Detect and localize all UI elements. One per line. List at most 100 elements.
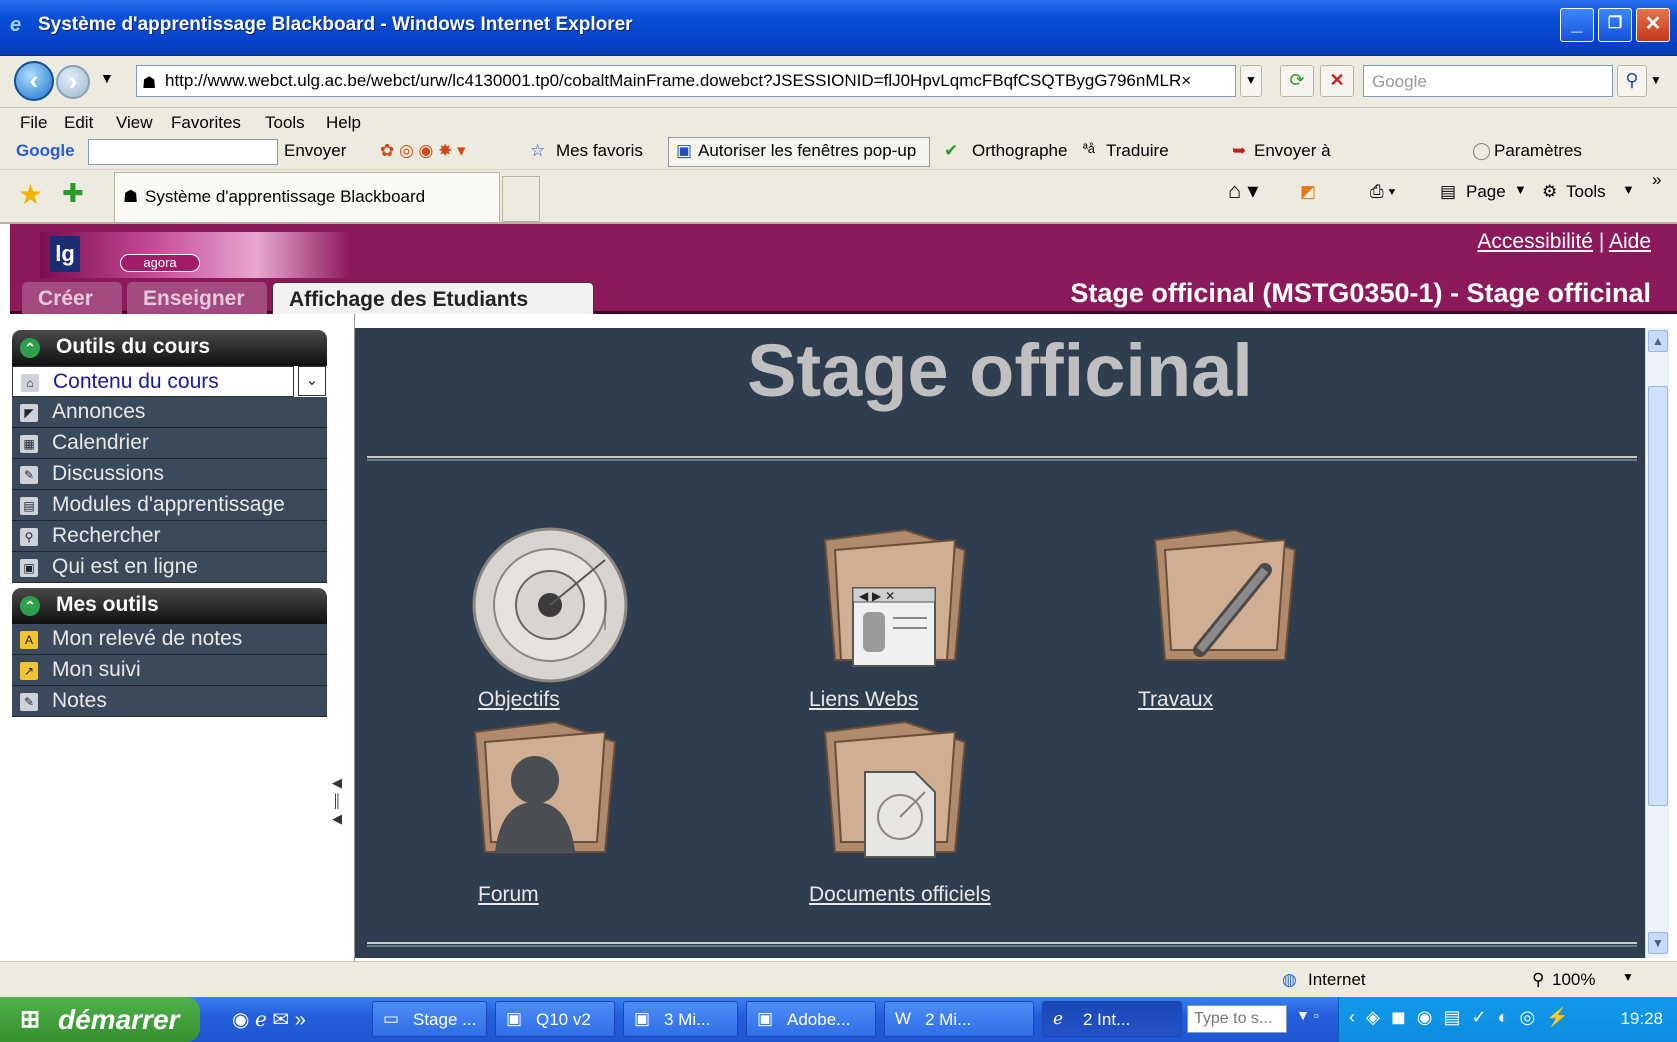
tab-affichage-etudiants[interactable]: Affichage des Etudiants xyxy=(272,282,594,314)
menu-tools[interactable]: Tools xyxy=(265,113,305,133)
favorites-center-icon[interactable]: ★ xyxy=(18,178,43,211)
content-scrollbar[interactable]: ▲ ▼ xyxy=(1645,328,1669,958)
notes-icon: ✎ xyxy=(20,693,38,711)
add-favorite-icon[interactable]: ✚ xyxy=(62,178,84,209)
home-icon[interactable]: ⌂ ▾ xyxy=(1228,178,1258,204)
menu-favorites[interactable]: Favorites xyxy=(171,113,241,133)
favorites-button[interactable]: Mes favoris xyxy=(556,141,643,161)
url-field[interactable]: http://www.webct.ulg.ac.be/webct/urw/lc4… xyxy=(136,65,1236,97)
taskbar-q10[interactable]: ▣ Q10 v2 xyxy=(495,1001,615,1037)
new-tab-button[interactable] xyxy=(502,176,540,222)
maximize-button[interactable]: ❐ xyxy=(1598,8,1632,42)
link-travaux[interactable]: Travaux xyxy=(1138,688,1213,712)
forum-folder-icon[interactable] xyxy=(465,702,635,872)
translate-button[interactable]: Traduire xyxy=(1106,141,1169,161)
start-button[interactable]: ⊞ démarrer xyxy=(0,997,200,1042)
menu-file[interactable]: File xyxy=(20,113,47,133)
section-outils-du-cours[interactable]: ⌃ Outils du cours xyxy=(12,330,327,366)
toolbar-icons[interactable]: ✿ ◎ ◉ ✸ ▾ xyxy=(380,141,466,161)
sidebar-item-discussions[interactable]: ✎ Discussions xyxy=(12,459,327,490)
page-dropdown-icon[interactable]: ▼ xyxy=(1514,182,1527,197)
taskbar-pdf[interactable]: ▣ 3 Mi... xyxy=(623,1001,738,1037)
sidebar-item-label: Qui est en ligne xyxy=(52,555,198,578)
search-options-icon[interactable]: ▼ xyxy=(1650,73,1662,87)
target-icon[interactable] xyxy=(465,520,635,690)
grade-icon: A xyxy=(20,631,38,649)
sidebar-item-label: Contenu du cours xyxy=(53,370,219,393)
tab-creer[interactable]: Créer xyxy=(22,282,122,314)
tools-dropdown-icon[interactable]: ▼ xyxy=(1622,182,1635,197)
refresh-button[interactable]: ⟳ xyxy=(1280,65,1314,97)
taskbar-word[interactable]: W 2 Mi... xyxy=(884,1001,1034,1037)
scroll-up-icon[interactable]: ▲ xyxy=(1648,330,1668,352)
scroll-thumb[interactable] xyxy=(1648,386,1668,806)
pencil-folder-icon[interactable] xyxy=(1145,510,1315,680)
sidebar-item-calendrier[interactable]: ▦ Calendrier xyxy=(12,428,327,459)
security-zone: Internet xyxy=(1308,970,1366,989)
section-mes-outils[interactable]: ⌃ Mes outils xyxy=(12,588,327,624)
page-menu[interactable]: Page xyxy=(1466,182,1506,202)
send-to-button[interactable]: Envoyer à xyxy=(1254,141,1331,161)
tab-enseigner[interactable]: Enseigner xyxy=(127,282,267,314)
google-search-input[interactable] xyxy=(88,139,278,165)
scroll-down-icon[interactable]: ▼ xyxy=(1648,932,1668,954)
stop-button[interactable]: ✕ xyxy=(1320,65,1354,97)
google-toolbar: Google Envoyer ✿ ◎ ◉ ✸ ▾ ☆ Mes favoris ▣… xyxy=(0,134,1677,170)
google-send-button[interactable]: Envoyer xyxy=(284,141,346,161)
zoom-level[interactable]: 100% xyxy=(1552,970,1595,990)
print-icon[interactable]: ⎙ ▾ xyxy=(1370,182,1395,202)
forward-button[interactable]: › xyxy=(56,65,90,99)
calendar-icon: ▦ xyxy=(20,435,38,453)
taskbar-ie[interactable]: ℯ 2 Int... xyxy=(1042,1001,1182,1037)
popup-button[interactable]: Autoriser les fenêtres pop-up xyxy=(698,141,916,161)
sidebar-item-annonces[interactable]: ◤ Annonces xyxy=(12,397,327,428)
collapse-icon[interactable]: ⌃ xyxy=(20,338,40,358)
menu-view[interactable]: View xyxy=(116,113,153,133)
start-label: démarrer xyxy=(58,1004,180,1035)
help-link[interactable]: Aide xyxy=(1609,230,1651,253)
search-dropdown-icon[interactable]: ▼ ▫ xyxy=(1296,1007,1319,1023)
minimize-button[interactable]: _ xyxy=(1560,8,1594,42)
back-button[interactable]: ‹ xyxy=(14,61,54,101)
zoom-dropdown-icon[interactable]: ▼ xyxy=(1622,970,1634,984)
tray-icons[interactable]: ‹ ◈ ◼ ◉ ▤ ✓ ◐ ◎ ⚡ xyxy=(1349,1007,1572,1028)
browser-tab[interactable]: ☗ Système d'apprentissage Blackboard xyxy=(114,172,500,222)
quicklaunch-icons[interactable]: ◉ ℯ ✉ » xyxy=(232,1007,306,1032)
link-forum[interactable]: Forum xyxy=(478,883,539,907)
document-folder-icon[interactable] xyxy=(815,702,985,872)
sidebar-item-notes[interactable]: ✎ Notes xyxy=(12,686,327,717)
close-button[interactable]: ✕ xyxy=(1636,8,1670,42)
sidebar-item-label: Mon relevé de notes xyxy=(52,627,243,650)
search-icon[interactable]: ⚲ xyxy=(1617,65,1647,97)
menu-help[interactable]: Help xyxy=(326,113,361,133)
sidebar-splitter-handle[interactable]: ◀ ║ ◀ xyxy=(332,774,346,834)
menu-edit[interactable]: Edit xyxy=(64,113,93,133)
search-input[interactable]: Google xyxy=(1363,65,1613,97)
send-to-icon: ➥ xyxy=(1232,141,1247,160)
url-dropdown-button[interactable]: ▼ xyxy=(1240,65,1262,97)
accessibility-link[interactable]: Accessibilité xyxy=(1477,230,1593,253)
desktop-search-input[interactable]: Type to s... xyxy=(1187,1005,1287,1033)
address-bar: ‹ › ▼ http://www.webct.ulg.ac.be/webct/u… xyxy=(0,56,1677,108)
tools-menu[interactable]: Tools xyxy=(1566,182,1606,202)
spellcheck-icon: ✔ xyxy=(944,141,959,160)
sidebar-item-mon-suivi[interactable]: ↗ Mon suivi xyxy=(12,655,327,686)
web-folder-icon[interactable]: ◀ ▶ ✕ xyxy=(815,510,985,680)
taskbar-adobe[interactable]: ▣ Adobe... xyxy=(746,1001,876,1037)
chevron-more-icon[interactable]: » xyxy=(1652,170,1661,190)
taskbar-stage[interactable]: ▭ Stage ... xyxy=(372,1001,487,1037)
chevron-down-icon[interactable]: ⌄ xyxy=(298,366,326,396)
sidebar-item-qui-est-en-ligne[interactable]: ▣ Qui est en ligne xyxy=(12,552,327,583)
spellcheck-button[interactable]: Orthographe xyxy=(972,141,1067,161)
history-dropdown-icon[interactable]: ▼ xyxy=(100,70,114,86)
link-documents-officiels[interactable]: Documents officiels xyxy=(809,883,991,907)
sidebar-item-modules[interactable]: ▤ Modules d'apprentissage xyxy=(12,490,327,521)
sidebar-item-releve-de-notes[interactable]: A Mon relevé de notes xyxy=(12,624,327,655)
settings-button[interactable]: Paramètres xyxy=(1494,141,1582,161)
sidebar-item-contenu-du-cours[interactable]: ⌂ Contenu du cours xyxy=(12,366,294,397)
translate-icon: ªå xyxy=(1083,141,1096,156)
collapse-icon[interactable]: ⌃ xyxy=(20,596,40,616)
feeds-icon[interactable]: ◩ xyxy=(1300,182,1316,202)
popup-icon: ▣ xyxy=(676,141,693,160)
sidebar-item-rechercher[interactable]: ⚲ Rechercher xyxy=(12,521,327,552)
